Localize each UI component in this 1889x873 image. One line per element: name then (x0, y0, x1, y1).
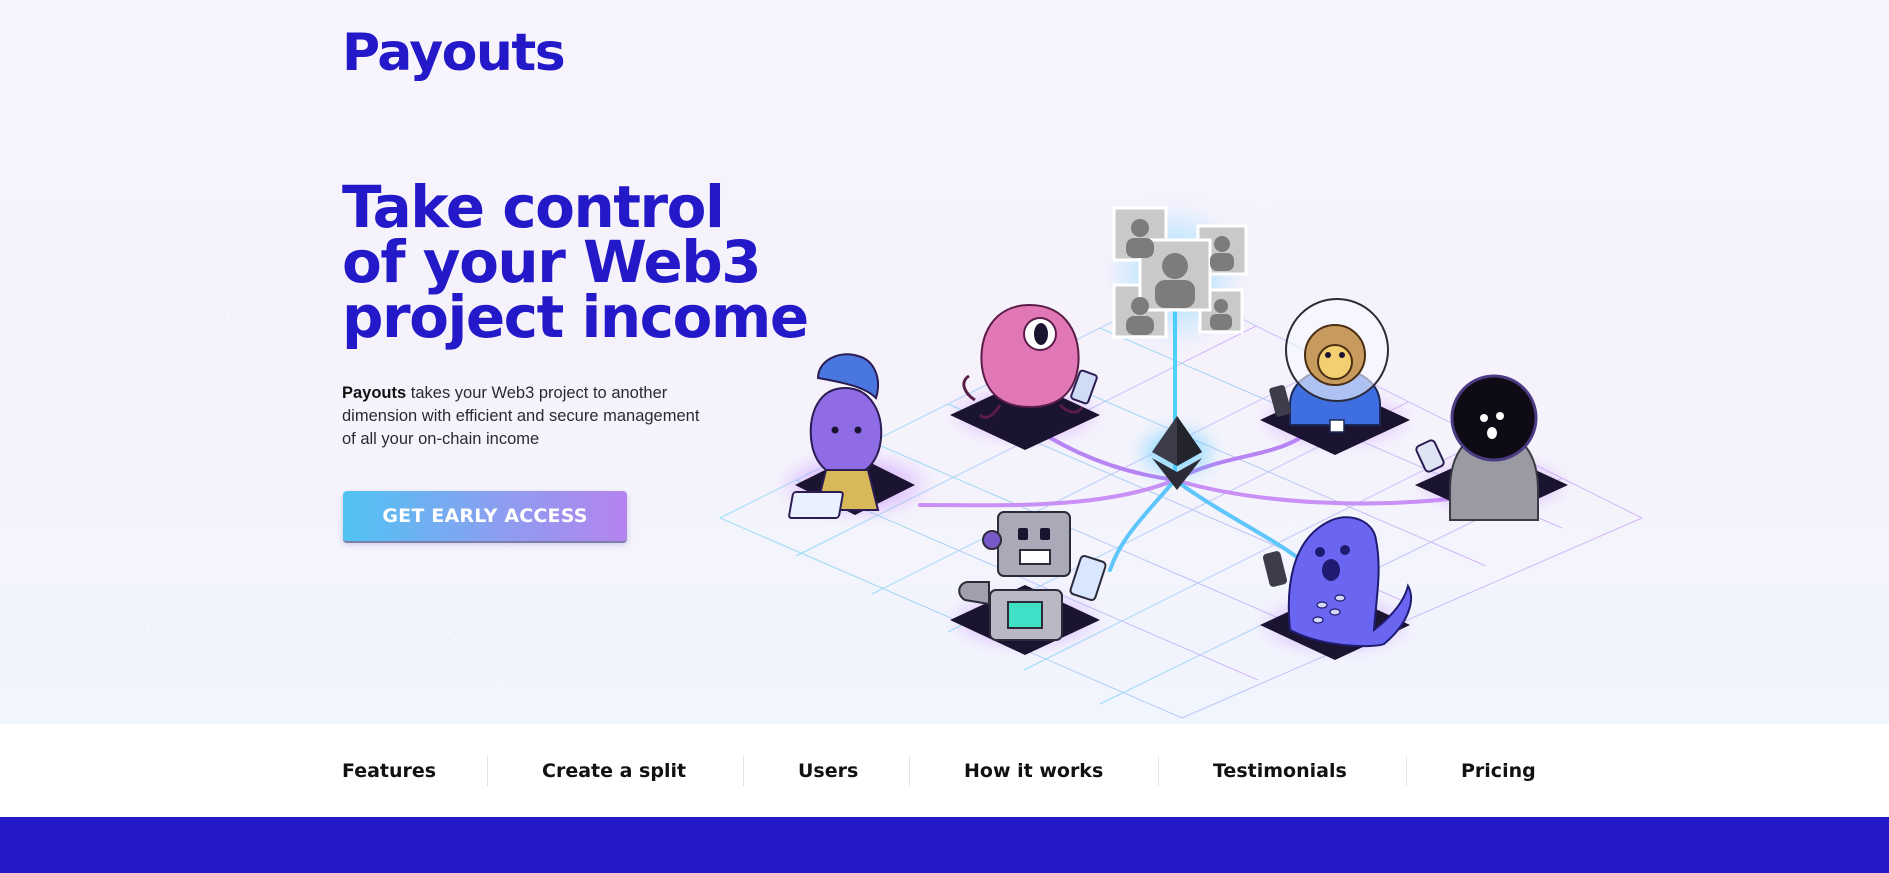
ethereum-icon (1133, 416, 1221, 490)
tab-features[interactable]: Features (342, 724, 436, 817)
nft-placeholder-cluster (1105, 200, 1248, 350)
nav-divider (743, 756, 744, 786)
section-nav: Features Create a split Users How it wor… (0, 724, 1889, 817)
tab-testimonials[interactable]: Testimonials (1213, 724, 1347, 817)
next-section-band (0, 817, 1889, 873)
tab-create-a-split[interactable]: Create a split (542, 724, 686, 817)
hooded-character (1412, 374, 1572, 521)
monkey-astronaut-character (1255, 298, 1415, 455)
alien-character (775, 353, 935, 520)
octopus-character (945, 303, 1105, 450)
tab-pricing[interactable]: Pricing (1461, 724, 1536, 817)
hero-illustration (718, 200, 1644, 719)
tab-how-it-works[interactable]: How it works (964, 724, 1103, 817)
nav-divider (487, 756, 488, 786)
nav-divider (1406, 756, 1407, 786)
tab-users[interactable]: Users (798, 724, 858, 817)
nav-divider (1158, 756, 1159, 786)
blob-character (1255, 516, 1415, 660)
nav-divider (909, 756, 910, 786)
hero-section: Payouts Take control of your Web3 projec… (0, 0, 1889, 724)
